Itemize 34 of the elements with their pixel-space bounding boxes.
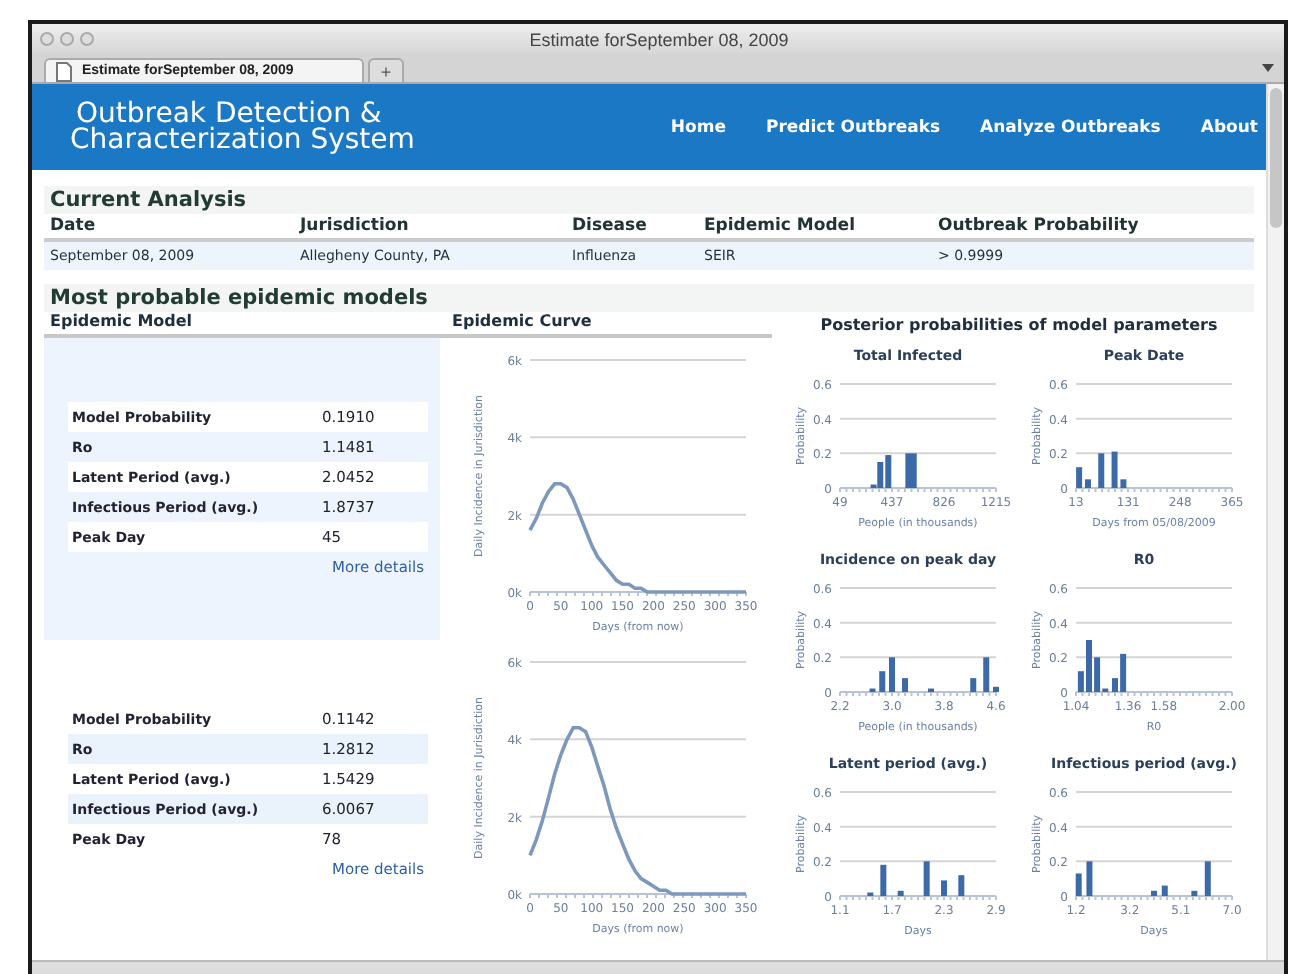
column-header: Epidemic Model — [48, 312, 195, 334]
nav-link[interactable]: Analyze Outbreaks — [980, 117, 1161, 137]
document-icon — [56, 61, 72, 81]
site-logo-text[interactable]: Outbreak Detection & — [76, 101, 415, 127]
section-heading: Most probable epidemic models — [44, 284, 1254, 312]
bar — [889, 657, 895, 692]
column-header: Epidemic Curve — [450, 312, 592, 334]
new-tab-button[interactable]: + — [368, 58, 404, 82]
window-title: Estimate forSeptember 08, 2009 — [527, 29, 791, 49]
bar — [1191, 890, 1198, 896]
site-logo-text[interactable]: Characterization System — [70, 127, 415, 153]
bar — [1204, 861, 1211, 896]
nav-link[interactable]: About — [1200, 117, 1258, 137]
bar — [880, 864, 887, 896]
bar — [941, 880, 947, 896]
section-heading: Current Analysis — [44, 186, 1254, 214]
nav-link[interactable]: Predict Outbreaks — [765, 117, 941, 137]
bar — [970, 678, 977, 692]
bar — [1075, 873, 1082, 896]
bar — [993, 686, 999, 692]
bar — [1161, 885, 1168, 896]
scrollbar[interactable] — [1266, 84, 1284, 960]
bar — [958, 875, 965, 896]
scrollbar-thumb[interactable] — [1270, 88, 1282, 228]
bar — [923, 861, 930, 896]
bar — [983, 657, 990, 692]
bar — [902, 678, 908, 692]
nav-link[interactable]: Home — [670, 117, 726, 137]
bar — [1098, 453, 1105, 488]
panel-title: Posterior probabilities of model parameters — [818, 316, 1220, 334]
caret-icon[interactable] — [1262, 64, 1274, 72]
bar — [897, 890, 904, 896]
bar — [1086, 861, 1093, 896]
bar — [1151, 890, 1157, 896]
